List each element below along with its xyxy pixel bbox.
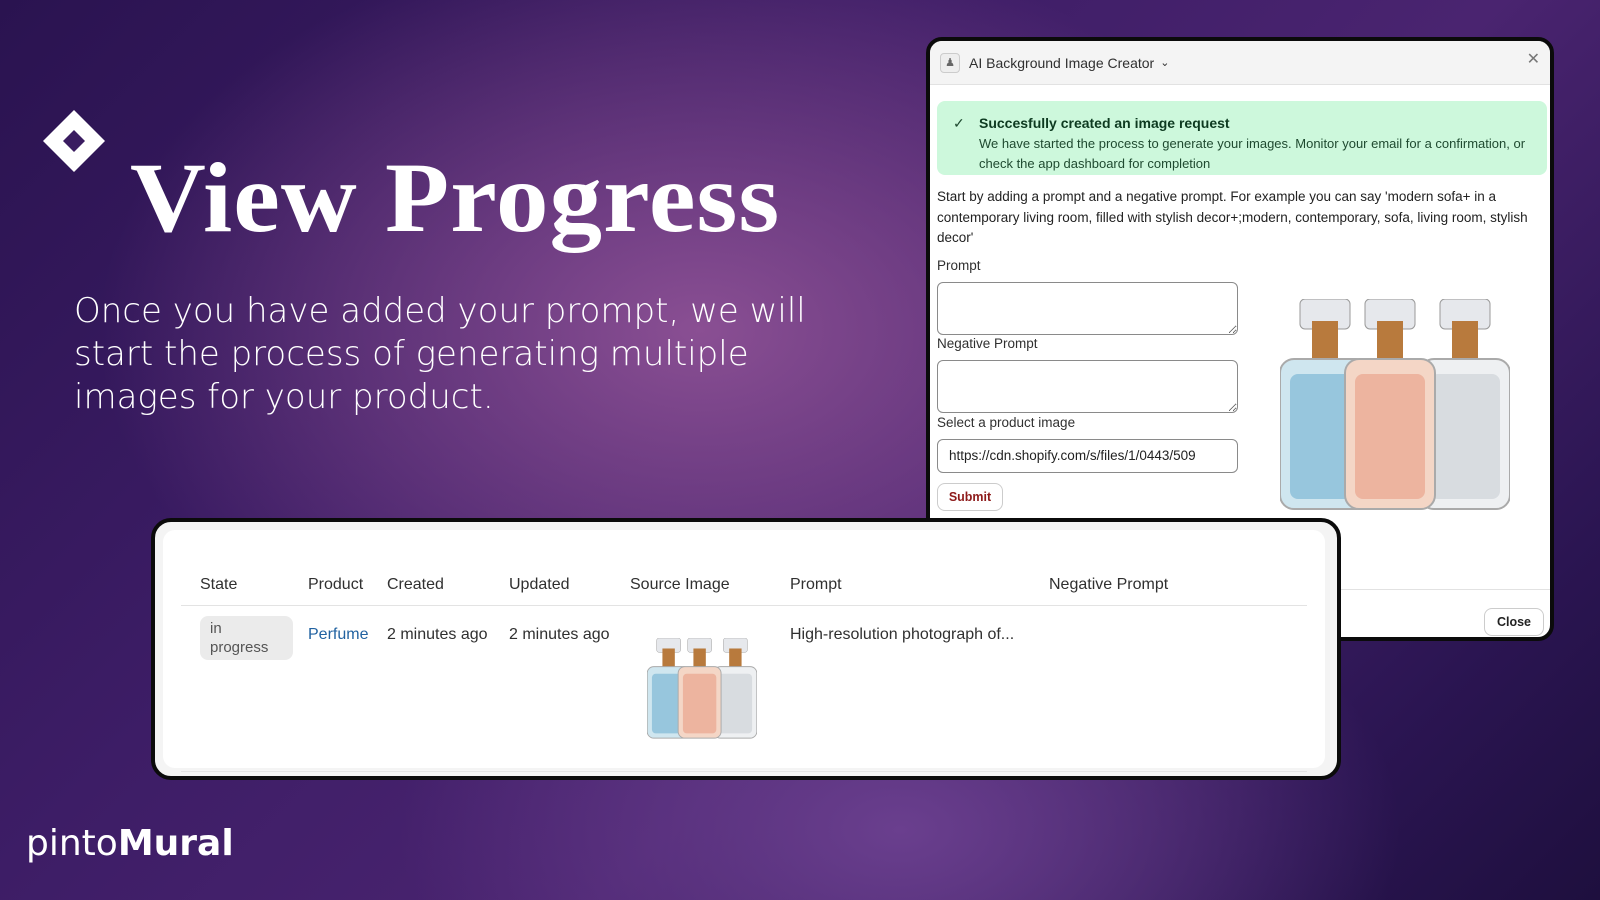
header-source-image[interactable]: Source Image [630,576,730,594]
created-cell: 2 minutes ago [387,626,488,643]
instructions: Start by adding a prompt and a negative … [937,189,1528,245]
page-title: View Progress [130,142,781,253]
header-product[interactable]: Product [308,576,363,594]
source-image-thumbnail [647,638,757,739]
intro-text: Once you have added your prompt, we will… [74,291,806,417]
requests-table-card: State Product Created Updated Source Ima… [151,518,1341,780]
header-state[interactable]: State [200,576,237,594]
close-icon[interactable]: ✕ [1527,49,1540,69]
banner-title: Succesfully created an image request [979,115,1230,131]
product-image-select[interactable]: https://cdn.shopify.com/s/files/1/0443/5… [937,439,1238,473]
brand-logo: pintoMural [26,823,234,864]
prompt-cell: High-resolution photograph of... [790,626,1015,643]
product-image-preview [1280,299,1510,510]
row-divider [181,771,1307,772]
header-updated[interactable]: Updated [509,576,570,594]
banner-message: We have started the process to generate … [979,136,1526,171]
negative-prompt-input[interactable] [937,360,1238,413]
product-image-label: Select a product image [937,415,1076,430]
header-divider [181,605,1307,606]
header-created[interactable]: Created [387,576,444,594]
close-button[interactable]: Close [1484,608,1544,636]
submit-button[interactable]: Submit [937,483,1003,511]
check-icon: ✓ [953,115,965,131]
prompt-label: Prompt [937,258,981,273]
app-icon: ♟ [940,52,960,73]
brand-bold: Mural [117,823,234,864]
status-badge: in progress [200,616,293,660]
dialog-header: ♟ AI Background Image Creator ⌄ ✕ [930,41,1550,85]
header-negative-prompt[interactable]: Negative Prompt [1049,576,1168,594]
app-name[interactable]: AI Background Image Creator [969,55,1154,71]
brand-light: pinto [26,823,118,864]
updated-cell: 2 minutes ago [509,626,610,643]
chevron-down-icon[interactable]: ⌄ [1160,56,1169,69]
bottle [677,638,722,739]
bottle [1344,299,1436,510]
product-link[interactable]: Perfume [308,626,368,644]
diamond-logo-icon [43,110,105,172]
negative-prompt-label: Negative Prompt [937,336,1038,351]
success-banner: ✓ Succesfully created an image request W… [937,101,1547,175]
header-prompt[interactable]: Prompt [790,576,842,594]
prompt-input[interactable] [937,282,1238,335]
